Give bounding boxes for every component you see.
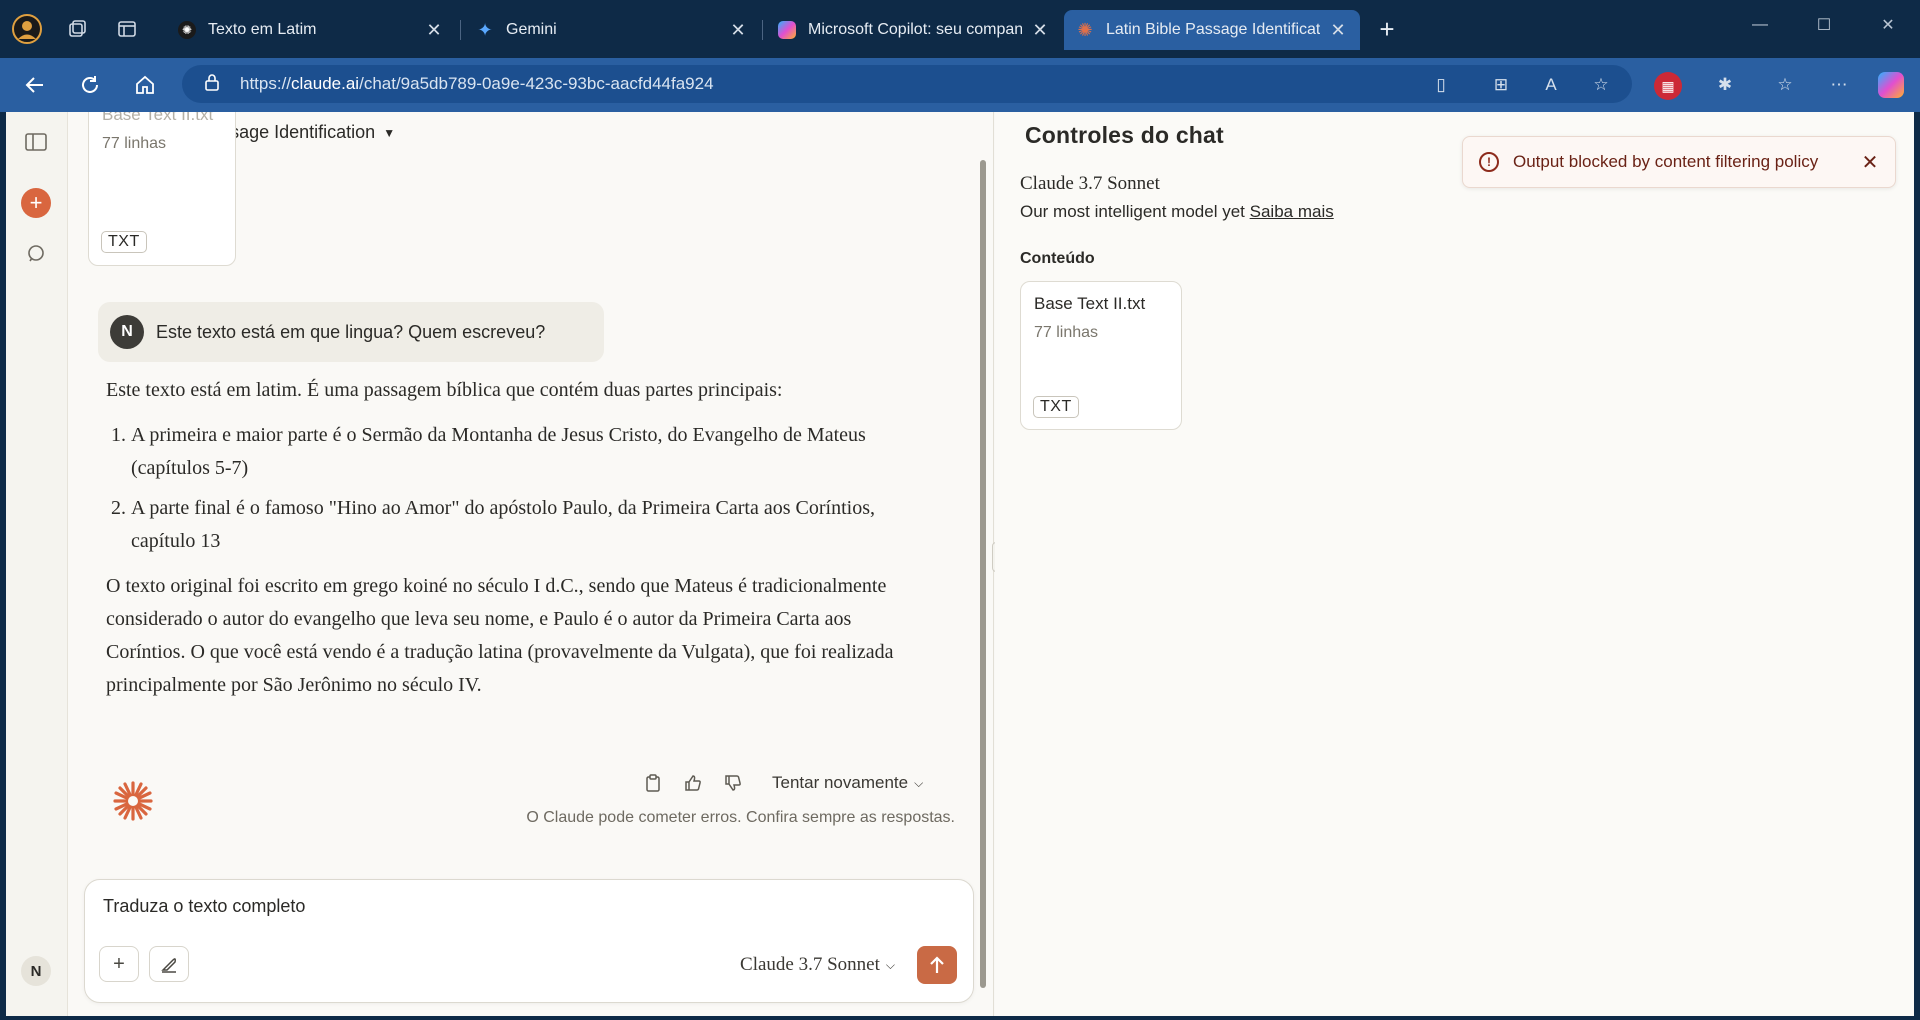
- browser-toolbar: https://claude.ai/chat/9a5db789-0a9e-423…: [0, 58, 1920, 112]
- tab-actions-icon[interactable]: [110, 12, 144, 46]
- minimize-icon[interactable]: —: [1728, 0, 1792, 50]
- content-file-card[interactable]: Base Text II.txt 77 linhas TXT: [1020, 281, 1182, 430]
- attach-button[interactable]: +: [99, 946, 139, 982]
- sidebar-rail: + N: [6, 112, 68, 1016]
- close-icon[interactable]: ✕: [424, 20, 444, 40]
- attachment-type-badge: TXT: [101, 231, 147, 253]
- thumbs-up-icon[interactable]: [682, 772, 704, 794]
- url-text: https://claude.ai/chat/9a5db789-0a9e-423…: [240, 74, 714, 93]
- browser-tab-strip: ✺ Texto em Latim ✕ ✦ Gemini ✕ Microsoft …: [0, 0, 1920, 58]
- new-chat-button[interactable]: +: [21, 188, 51, 218]
- attachment-lines: 77 linhas: [102, 135, 167, 152]
- tools-button[interactable]: [149, 946, 189, 982]
- tab-title: Texto em Latim: [208, 21, 317, 38]
- user-message-text: Este texto está em que lingua? Quem escr…: [156, 321, 546, 342]
- claude-logo-icon: [112, 780, 154, 822]
- chat-column: Latin Bible Passage Identification ▼ Bas…: [68, 112, 994, 1016]
- disclaimer-text: O Claude pode cometer erros. Confira sem…: [526, 809, 955, 826]
- openai-icon: ✺: [178, 21, 196, 39]
- response-paragraph: Este texto está em latim. É uma passagem…: [106, 379, 783, 401]
- response-paragraph: O texto original foi escrito em grego ko…: [106, 575, 894, 696]
- send-button[interactable]: [917, 946, 957, 984]
- workspaces-icon[interactable]: [60, 12, 94, 46]
- address-bar[interactable]: https://claude.ai/chat/9a5db789-0a9e-423…: [182, 65, 1632, 103]
- extension-icon[interactable]: ▦: [1654, 72, 1682, 100]
- claude-icon: ✺: [1077, 19, 1093, 40]
- tab-microsoft-copilot[interactable]: Microsoft Copilot: seu companheiro de IA…: [766, 10, 1062, 50]
- message-composer: + Claude 3.7 Sonnet ⌵: [84, 879, 974, 1003]
- tab-texto-em-latim[interactable]: ✺ Texto em Latim ✕: [166, 10, 456, 50]
- chevron-down-icon: ⌵: [914, 775, 924, 790]
- alert-icon: !: [1479, 152, 1499, 172]
- extensions-puzzle-icon[interactable]: ✱: [1712, 72, 1738, 98]
- sidebar-toggle-icon[interactable]: [20, 126, 52, 158]
- copy-icon[interactable]: [642, 772, 664, 794]
- tab-title: Microsoft Copilot: seu companheiro de IA: [808, 21, 1022, 38]
- model-name: Claude 3.7 Sonnet: [1020, 173, 1160, 194]
- copilot-icon[interactable]: [1878, 72, 1904, 98]
- thumbs-down-icon[interactable]: [722, 772, 744, 794]
- home-icon[interactable]: [128, 68, 162, 102]
- close-icon[interactable]: ✕: [1855, 150, 1885, 175]
- close-window-icon[interactable]: ✕: [1856, 0, 1920, 50]
- attachment-name: Base Text II.txt: [102, 112, 214, 124]
- retry-button[interactable]: Tentar novamente ⌵: [772, 773, 923, 793]
- window-controls: — ☐ ✕: [1728, 0, 1920, 50]
- favorite-star-icon[interactable]: ☆: [1588, 72, 1614, 98]
- assistant-response: Este texto está em latim. É uma passagem…: [106, 374, 926, 714]
- chat-scrollbar[interactable]: [980, 160, 986, 988]
- list-item: A primeira e maior parte é o Sermão da M…: [131, 419, 926, 485]
- gemini-icon: ✦: [477, 19, 493, 40]
- claude-app: + N Latin Bible Passage Identification ▼…: [6, 112, 1914, 1016]
- chats-icon[interactable]: [20, 238, 52, 270]
- toast-message: Output blocked by content filtering poli…: [1513, 152, 1819, 171]
- tab-latin-bible-passage[interactable]: ✺ Latin Bible Passage Identification ✕: [1064, 10, 1360, 50]
- model-selector-label: Claude 3.7 Sonnet: [740, 954, 880, 975]
- tab-separator: [460, 20, 461, 40]
- learn-more-link[interactable]: Saiba mais: [1250, 202, 1334, 221]
- model-description: Our most intelligent model yet Saiba mai…: [1020, 202, 1334, 221]
- close-icon[interactable]: ✕: [1030, 20, 1050, 40]
- apps-icon[interactable]: ⊞: [1488, 72, 1514, 98]
- panel-title: Controles do chat: [1025, 122, 1224, 148]
- avatar[interactable]: N: [21, 956, 51, 986]
- profile-icon[interactable]: [10, 12, 44, 46]
- maximize-icon[interactable]: ☐: [1792, 0, 1856, 50]
- more-icon[interactable]: ⋯: [1826, 72, 1852, 98]
- message-input[interactable]: [103, 896, 943, 917]
- refresh-icon[interactable]: [73, 68, 107, 102]
- response-list: A primeira e maior parte é o Sermão da M…: [131, 419, 926, 558]
- user-message: N Este texto está em que lingua? Quem es…: [98, 302, 604, 362]
- lock-icon[interactable]: [204, 73, 228, 96]
- model-selector[interactable]: Claude 3.7 Sonnet ⌵: [740, 954, 895, 976]
- attachment-card[interactable]: Base Text II.txt 77 linhas TXT: [88, 112, 236, 266]
- new-tab-button[interactable]: +: [1372, 14, 1402, 44]
- list-item: A parte final é o famoso "Hino ao Amor" …: [131, 492, 926, 558]
- favorites-icon[interactable]: ☆: [1772, 72, 1798, 98]
- tab-title: Latin Bible Passage Identification: [1106, 21, 1320, 38]
- file-name: Base Text II.txt: [1034, 294, 1146, 313]
- retry-label: Tentar novamente: [772, 773, 909, 792]
- content-section-label: Conteúdo: [1020, 250, 1095, 267]
- close-icon[interactable]: ✕: [728, 20, 748, 40]
- back-icon[interactable]: [18, 68, 52, 102]
- copilot-icon: [778, 21, 796, 39]
- reading-view-icon[interactable]: ▯: [1428, 72, 1454, 98]
- tab-title: Gemini: [506, 21, 557, 38]
- chevron-down-icon: ▼: [383, 125, 396, 140]
- chevron-down-icon: ⌵: [885, 957, 895, 972]
- error-toast: ! Output blocked by content filtering po…: [1462, 136, 1896, 188]
- tab-gemini[interactable]: ✦ Gemini ✕: [464, 10, 760, 50]
- tab-separator: [762, 20, 763, 40]
- user-avatar: N: [110, 315, 144, 349]
- file-lines: 77 linhas: [1034, 324, 1099, 341]
- file-type-badge: TXT: [1033, 396, 1079, 418]
- close-icon[interactable]: ✕: [1328, 20, 1348, 40]
- response-actions: Tentar novamente ⌵: [642, 772, 923, 794]
- read-aloud-icon[interactable]: A: [1538, 72, 1564, 98]
- chat-controls-panel: Controles do chat Claude 3.7 Sonnet Our …: [995, 112, 1914, 1016]
